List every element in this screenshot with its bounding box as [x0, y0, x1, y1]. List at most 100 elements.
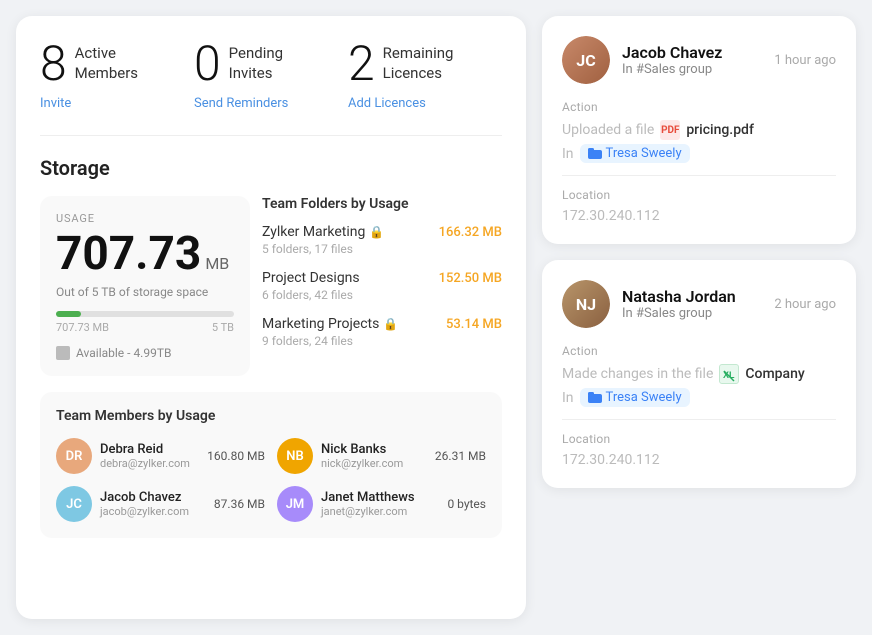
remaining-licences-label: RemainingLicences — [383, 44, 454, 83]
list-item: Zylker Marketing 🔒 166.32 MB 5 folders, … — [262, 224, 502, 256]
folder-icon — [588, 148, 602, 159]
folder-name: Marketing Projects 🔒 — [262, 316, 398, 332]
storage-grid: USAGE 707.73 MB Out of 5 TB of storage s… — [40, 196, 502, 376]
folder-location-row: In Tresa Sweely — [562, 388, 836, 407]
folder-size: 166.32 MB — [439, 225, 502, 240]
folder-meta: 6 folders, 42 files — [262, 288, 502, 302]
member-info: Debra Reid debra@zylker.com — [100, 442, 199, 470]
active-members-label: ActiveMembers — [75, 44, 138, 83]
folder-name: Tresa Sweely — [606, 390, 682, 405]
action-label: Action — [562, 100, 836, 114]
member-name: Jacob Chavez — [100, 490, 206, 505]
team-members-card: Team Members by Usage DR Debra Reid debr… — [40, 392, 502, 538]
list-item: JM Janet Matthews janet@zylker.com 0 byt… — [277, 486, 486, 522]
activity-action-row: Made changes in the file XL Company — [562, 364, 836, 384]
available-text: Available - 4.99TB — [76, 346, 171, 360]
activity-action-row: Uploaded a file PDF pricing.pdf — [562, 120, 836, 140]
activity-card-2: NJ Natasha Jordan In #Sales group 2 hour… — [542, 260, 856, 488]
progress-fill — [56, 311, 81, 317]
progress-used-label: 707.73 MB — [56, 321, 109, 334]
invite-link[interactable]: Invite — [40, 96, 194, 111]
folder-name-row: Zylker Marketing 🔒 166.32 MB — [262, 224, 502, 240]
activity-header: JC Jacob Chavez In #Sales group 1 hour a… — [562, 36, 836, 84]
folder-icon — [588, 392, 602, 403]
member-email: janet@zylker.com — [321, 505, 439, 518]
list-item: Marketing Projects 🔒 53.14 MB 9 folders,… — [262, 316, 502, 348]
available-row: Available - 4.99TB — [56, 346, 234, 360]
storage-section: Storage USAGE 707.73 MB Out of 5 TB of s… — [40, 156, 502, 538]
pending-invites-number: 0 — [194, 40, 221, 88]
usage-label: USAGE — [56, 212, 234, 225]
folder-list: Zylker Marketing 🔒 166.32 MB 5 folders, … — [262, 224, 502, 348]
activity-header: NJ Natasha Jordan In #Sales group 2 hour… — [562, 280, 836, 328]
activity-group: In #Sales group — [622, 306, 762, 321]
team-folders-title: Team Folders by Usage — [262, 196, 502, 212]
avatar: JC — [56, 486, 92, 522]
progress-total-label: 5 TB — [212, 321, 234, 334]
folder-location-row: In Tresa Sweely — [562, 144, 836, 163]
stat-remaining-licences: 2 RemainingLicences Add Licences — [348, 40, 502, 111]
folder-meta: 5 folders, 17 files — [262, 242, 502, 256]
folder-meta: 9 folders, 24 files — [262, 334, 502, 348]
list-item: NB Nick Banks nick@zylker.com 26.31 MB — [277, 438, 486, 474]
location-value: 172.30.240.112 — [562, 452, 836, 468]
location-value: 172.30.240.112 — [562, 208, 836, 224]
folder-name-row: Project Designs 152.50 MB — [262, 270, 502, 286]
folder-name-row: Marketing Projects 🔒 53.14 MB — [262, 316, 502, 332]
avatar: NJ — [562, 280, 610, 328]
avatar: DR — [56, 438, 92, 474]
file-name: pricing.pdf — [686, 122, 754, 138]
usage-number: 707.73 — [56, 231, 201, 277]
list-item: JC Jacob Chavez jacob@zylker.com 87.36 M… — [56, 486, 265, 522]
folder-name: Project Designs — [262, 270, 360, 286]
lock-icon: 🔒 — [383, 317, 398, 331]
folder-name: Zylker Marketing 🔒 — [262, 224, 384, 240]
member-info: Jacob Chavez jacob@zylker.com — [100, 490, 206, 518]
location-label: Location — [562, 432, 836, 446]
right-panel: JC Jacob Chavez In #Sales group 1 hour a… — [542, 16, 856, 619]
member-size: 0 bytes — [447, 497, 486, 511]
file-name: Company — [745, 366, 804, 382]
team-folders-panel: Team Folders by Usage Zylker Marketing 🔒… — [262, 196, 502, 376]
storage-icon — [56, 346, 70, 360]
progress-bar — [56, 311, 234, 317]
avatar: JM — [277, 486, 313, 522]
member-info: Janet Matthews janet@zylker.com — [321, 490, 439, 518]
avatar: NB — [277, 438, 313, 474]
add-licences-link[interactable]: Add Licences — [348, 96, 502, 111]
member-email: nick@zylker.com — [321, 457, 427, 470]
xlsx-icon: XL — [719, 364, 739, 384]
list-item: Project Designs 152.50 MB 6 folders, 42 … — [262, 270, 502, 302]
usage-unit: MB — [205, 254, 229, 273]
divider — [562, 175, 836, 176]
in-text: In — [562, 390, 574, 406]
member-name: Janet Matthews — [321, 490, 439, 505]
left-panel: 8 ActiveMembers Invite 0 PendingInvites … — [16, 16, 526, 619]
action-text: Uploaded a file — [562, 122, 654, 138]
folder-chip: Tresa Sweely — [580, 144, 690, 163]
in-text: In — [562, 146, 574, 162]
team-members-title: Team Members by Usage — [56, 408, 486, 424]
stat-active-members: 8 ActiveMembers Invite — [40, 40, 194, 111]
member-email: jacob@zylker.com — [100, 505, 206, 518]
activity-user-info: Jacob Chavez In #Sales group — [622, 43, 762, 77]
member-size: 26.31 MB — [435, 449, 486, 463]
member-name: Nick Banks — [321, 442, 427, 457]
location-label: Location — [562, 188, 836, 202]
divider — [562, 419, 836, 420]
pdf-icon: PDF — [660, 120, 680, 140]
send-reminders-link[interactable]: Send Reminders — [194, 96, 348, 111]
progress-labels: 707.73 MB 5 TB — [56, 321, 234, 334]
folder-name: Tresa Sweely — [606, 146, 682, 161]
activity-group: In #Sales group — [622, 62, 762, 77]
activity-time: 2 hour ago — [774, 297, 836, 312]
action-label: Action — [562, 344, 836, 358]
folder-size: 152.50 MB — [439, 271, 502, 286]
remaining-licences-number: 2 — [348, 40, 375, 88]
action-text: Made changes in the file — [562, 366, 713, 382]
member-size: 87.36 MB — [214, 497, 265, 511]
usage-card: USAGE 707.73 MB Out of 5 TB of storage s… — [40, 196, 250, 376]
member-info: Nick Banks nick@zylker.com — [321, 442, 427, 470]
activity-card-1: JC Jacob Chavez In #Sales group 1 hour a… — [542, 16, 856, 244]
folder-size: 53.14 MB — [446, 317, 502, 332]
